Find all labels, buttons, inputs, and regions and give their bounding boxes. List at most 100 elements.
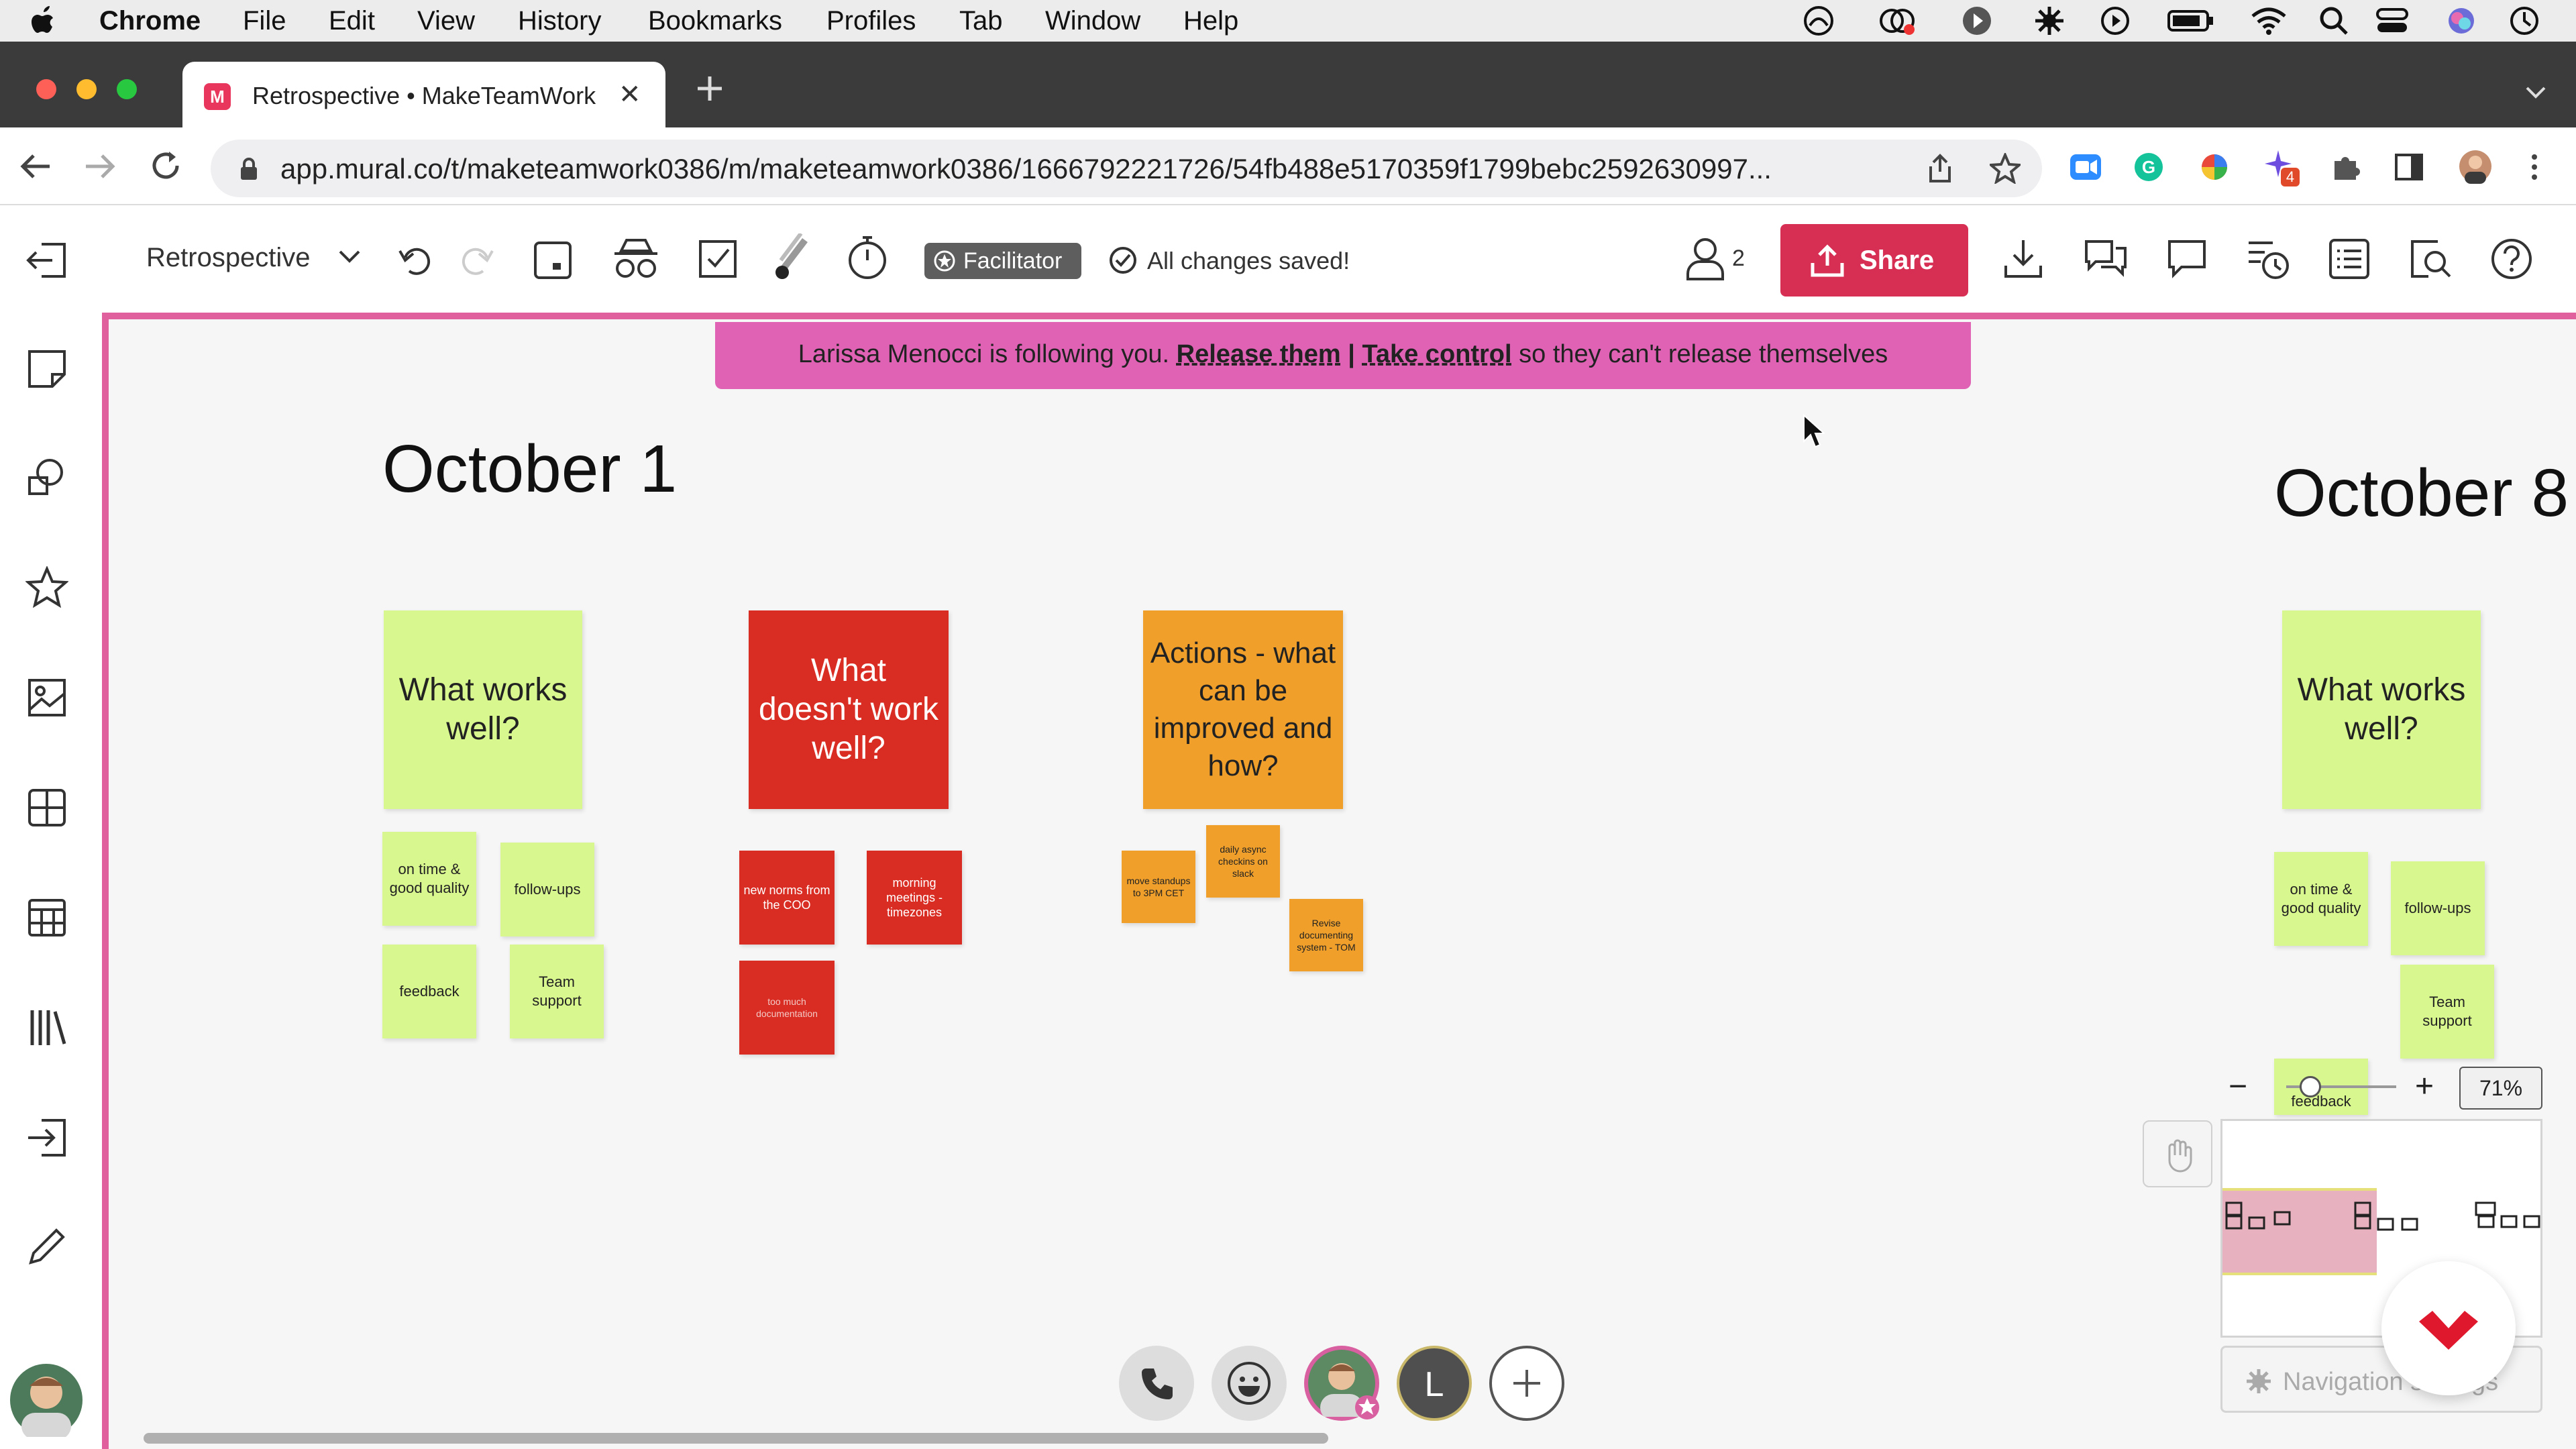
share-button[interactable]: Share [1780,224,1968,297]
zoom-out-button[interactable]: − [2229,1068,2247,1105]
sticky-note[interactable]: Team support [2400,965,2494,1059]
user-avatar[interactable] [9,1363,83,1437]
library-icon[interactable] [25,1006,68,1049]
sticky-note[interactable]: morning meetings - timezones [867,851,962,945]
battery-icon[interactable] [2167,5,2215,36]
url-text[interactable]: app.mural.co/t/maketeamwork0386/m/makete… [280,153,1904,185]
menu-file[interactable]: File [243,4,286,38]
zoom-in-button[interactable]: + [2415,1068,2434,1105]
release-them-link[interactable]: Release them [1177,340,1341,368]
sticky-note[interactable]: follow-ups [2391,861,2485,955]
laser-pointer-icon[interactable] [771,233,814,282]
download-icon[interactable] [2003,237,2043,280]
voting-checkbox-icon[interactable] [696,237,739,280]
sticky-note-icon[interactable] [25,347,68,390]
sticky-note[interactable]: follow-ups [500,843,594,936]
sticky-note[interactable]: on time & good quality [382,832,476,926]
mural-title[interactable]: Retrospective [146,243,311,273]
browser-tab-active[interactable]: M Retrospective • MakeTeamWork ✕ [182,62,665,127]
collaborators-icon[interactable] [1685,236,1728,282]
wifi-icon[interactable] [2250,5,2288,36]
sticky-note[interactable]: daily async checkins on slack [1206,825,1280,898]
creative-cloud-icon[interactable] [1878,5,1916,36]
tab-search-chevron-icon[interactable] [2525,86,2546,99]
participant-avatar-l[interactable]: L [1397,1346,1472,1421]
sticky-header-doesnt-work[interactable]: What doesn't work well? [749,610,949,809]
pan-hand-button[interactable] [2143,1120,2212,1187]
exit-mural-icon[interactable] [25,240,68,280]
icons-star-icon[interactable] [25,566,68,609]
sticky-note[interactable]: too much documentation [739,961,835,1055]
extensions-puzzle-icon[interactable] [2330,152,2361,182]
menu-history[interactable]: History [518,4,601,38]
window-minimize-button[interactable] [76,79,97,99]
status-app-icon[interactable] [1802,5,1835,36]
menu-profiles[interactable]: Profiles [826,4,916,38]
menu-window[interactable]: Window [1045,4,1140,38]
outline-list-icon[interactable] [2328,237,2371,280]
chat-icon[interactable] [2084,237,2128,280]
chevron-down-icon[interactable] [338,250,361,264]
gear-status-icon[interactable] [2033,5,2066,36]
search-board-icon[interactable] [2408,237,2453,280]
menu-view[interactable]: View [417,4,475,38]
reload-icon[interactable] [149,149,182,182]
horizontal-scrollbar[interactable] [144,1433,1328,1444]
undo-icon[interactable] [397,241,435,279]
menu-help[interactable]: Help [1183,4,1238,38]
menu-tab[interactable]: Tab [959,4,1003,38]
zoom-level[interactable]: 71% [2459,1067,2542,1110]
sticky-note[interactable]: feedback [382,945,476,1038]
shapes-icon[interactable] [25,455,68,498]
lock-icon[interactable] [239,157,259,181]
comments-icon[interactable] [2165,237,2208,280]
take-control-link[interactable]: Take control [1362,340,1511,368]
address-bar[interactable]: app.mural.co/t/maketeamwork0386/m/makete… [211,140,2042,197]
invite-participant-button[interactable] [1489,1346,1564,1421]
new-tab-icon[interactable] [695,74,724,103]
share-page-icon[interactable] [1927,153,1953,184]
help-icon[interactable] [2490,237,2533,280]
play-outline-icon[interactable] [2098,5,2132,36]
clock-icon[interactable] [2509,5,2540,36]
chrome-menu-icon[interactable] [2529,152,2540,182]
spotlight-search-icon[interactable] [2318,5,2349,36]
call-button[interactable] [1119,1346,1194,1421]
section-title-october-1[interactable]: October 1 [382,431,677,508]
private-mode-icon[interactable] [612,237,660,280]
zoom-extension-icon[interactable] [2069,152,2102,182]
menu-app-name[interactable]: Chrome [99,4,201,38]
outline-frame-icon[interactable] [533,237,573,280]
menu-edit[interactable]: Edit [329,4,375,38]
play-circle-icon[interactable] [1960,5,1994,36]
sticky-header-works-well[interactable]: What works well? [384,610,582,809]
sticky-note[interactable]: new norms from the COO [739,851,835,945]
apple-logo-icon[interactable] [30,4,56,36]
activity-icon[interactable] [2246,237,2290,280]
window-close-button[interactable] [36,79,56,99]
menu-bookmarks[interactable]: Bookmarks [648,4,782,38]
facilitator-badge[interactable]: Facilitator [924,243,1081,279]
draw-pencil-icon[interactable] [25,1225,68,1268]
redo-icon[interactable] [458,241,495,279]
bookmark-star-icon[interactable] [1990,153,2021,184]
section-title-october-8[interactable]: October 8 [2274,455,2569,532]
table-icon[interactable] [25,896,68,939]
sticky-note[interactable]: on time & good quality [2274,852,2368,946]
import-icon[interactable] [25,1116,68,1159]
sticky-note[interactable]: Revise documenting system - TOM [1289,899,1363,971]
reactions-button[interactable] [1212,1346,1287,1421]
frameworks-grid-icon[interactable] [25,786,68,829]
sticky-note[interactable]: Team support [510,945,604,1038]
color-picker-extension-icon[interactable] [2199,152,2230,182]
control-center-icon[interactable] [2375,5,2410,36]
profile-avatar[interactable] [2458,149,2493,184]
sticky-header-actions[interactable]: Actions - what can be improved and how? [1143,610,1343,809]
sticky-header-works-well[interactable]: What works well? [2282,610,2481,809]
grammarly-extension-icon[interactable]: G [2133,152,2164,182]
participant-avatar-facilitator[interactable] [1304,1346,1379,1421]
back-arrow-icon[interactable] [19,152,52,181]
images-icon[interactable] [25,676,68,719]
forward-arrow-icon[interactable] [83,152,117,181]
side-panel-icon[interactable] [2394,152,2424,182]
